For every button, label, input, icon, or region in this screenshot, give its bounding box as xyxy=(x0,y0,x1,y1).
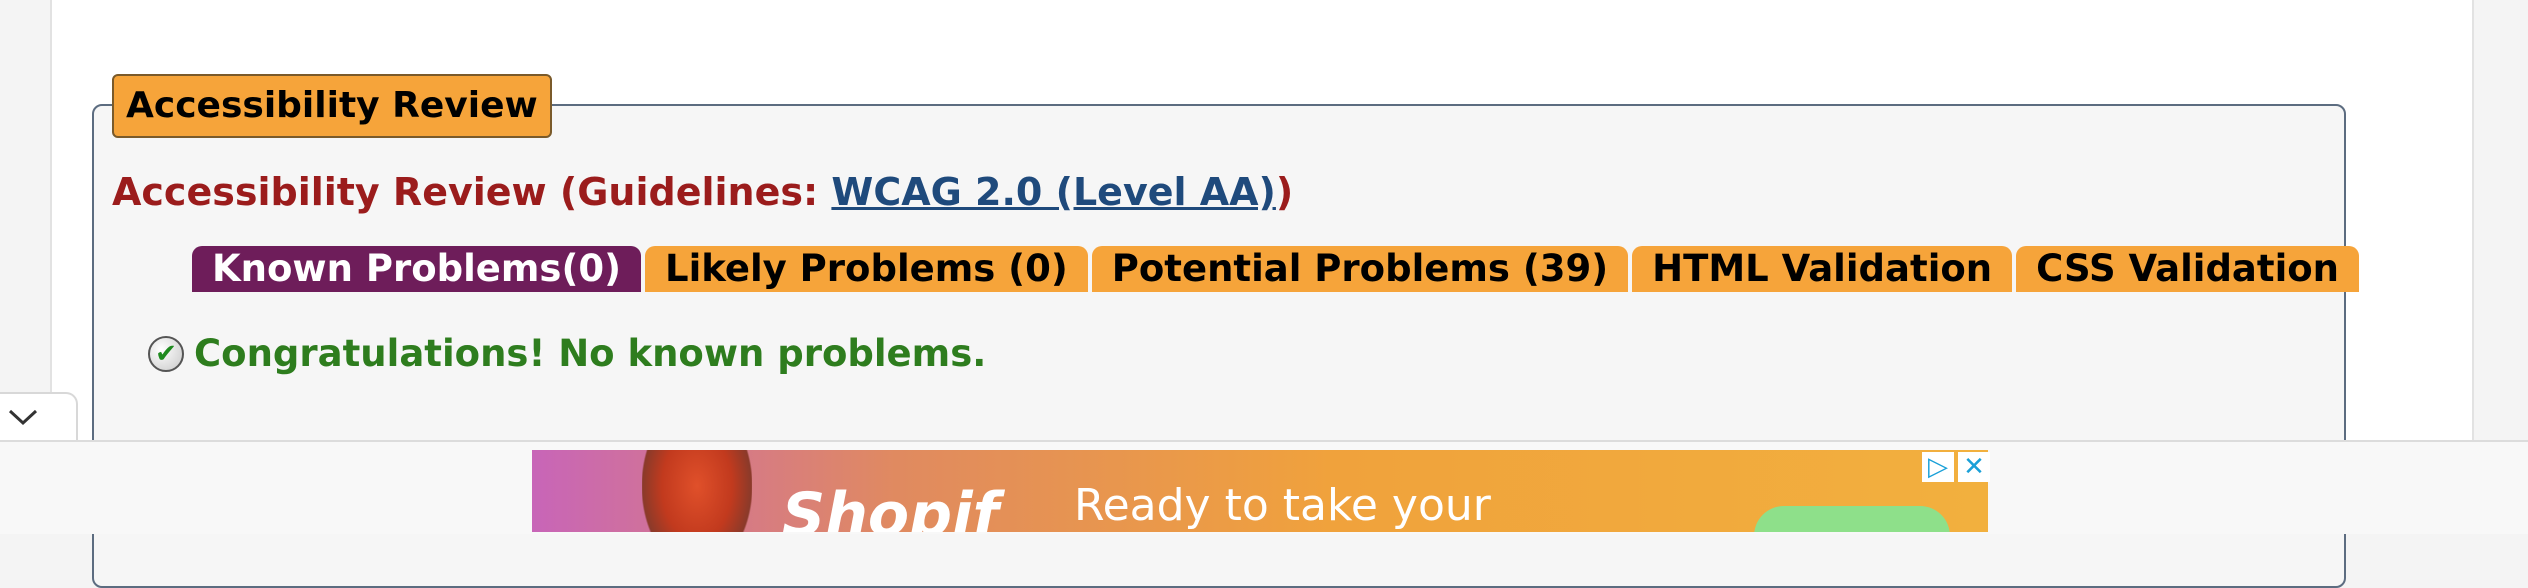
guidelines-link[interactable]: WCAG 2.0 (Level AA) xyxy=(831,170,1276,214)
close-icon[interactable]: ✕ xyxy=(1958,452,1990,482)
ad-brand: Shopif xyxy=(782,480,999,532)
chevron-down-icon xyxy=(8,409,38,426)
tab-likely-problems[interactable]: Likely Problems (0) xyxy=(645,246,1088,292)
result-text: Congratulations! No known problems. xyxy=(194,332,987,375)
ad-headline: Ready to take your xyxy=(1074,480,1491,531)
ad-choices-icon[interactable]: ▷ xyxy=(1922,452,1954,482)
panel-legend: Accessibility Review xyxy=(112,74,552,138)
ad-cta-button[interactable] xyxy=(1754,506,1950,532)
ad-choices: ▷ ✕ xyxy=(1922,452,1990,482)
check-icon: ✔ xyxy=(148,335,184,372)
collapse-toggle[interactable] xyxy=(0,392,78,440)
review-heading-suffix: ) xyxy=(1275,170,1294,214)
review-heading: Accessibility Review (Guidelines: WCAG 2… xyxy=(112,170,1293,214)
result-message: ✔ Congratulations! No known problems. xyxy=(148,332,986,375)
tab-known-problems[interactable]: Known Problems(0) xyxy=(192,246,642,292)
tab-css-validation[interactable]: CSS Validation xyxy=(2016,246,2360,292)
tab-potential-problems[interactable]: Potential Problems (39) xyxy=(1091,246,1629,292)
problem-tabs: Known Problems(0) Likely Problems (0) Po… xyxy=(192,246,2363,292)
review-heading-prefix: Accessibility Review (Guidelines: xyxy=(112,170,832,214)
ad-person-image xyxy=(642,450,752,532)
tab-html-validation[interactable]: HTML Validation xyxy=(1632,246,2013,292)
advertisement-banner[interactable]: Shopif Ready to take your xyxy=(532,450,1988,532)
